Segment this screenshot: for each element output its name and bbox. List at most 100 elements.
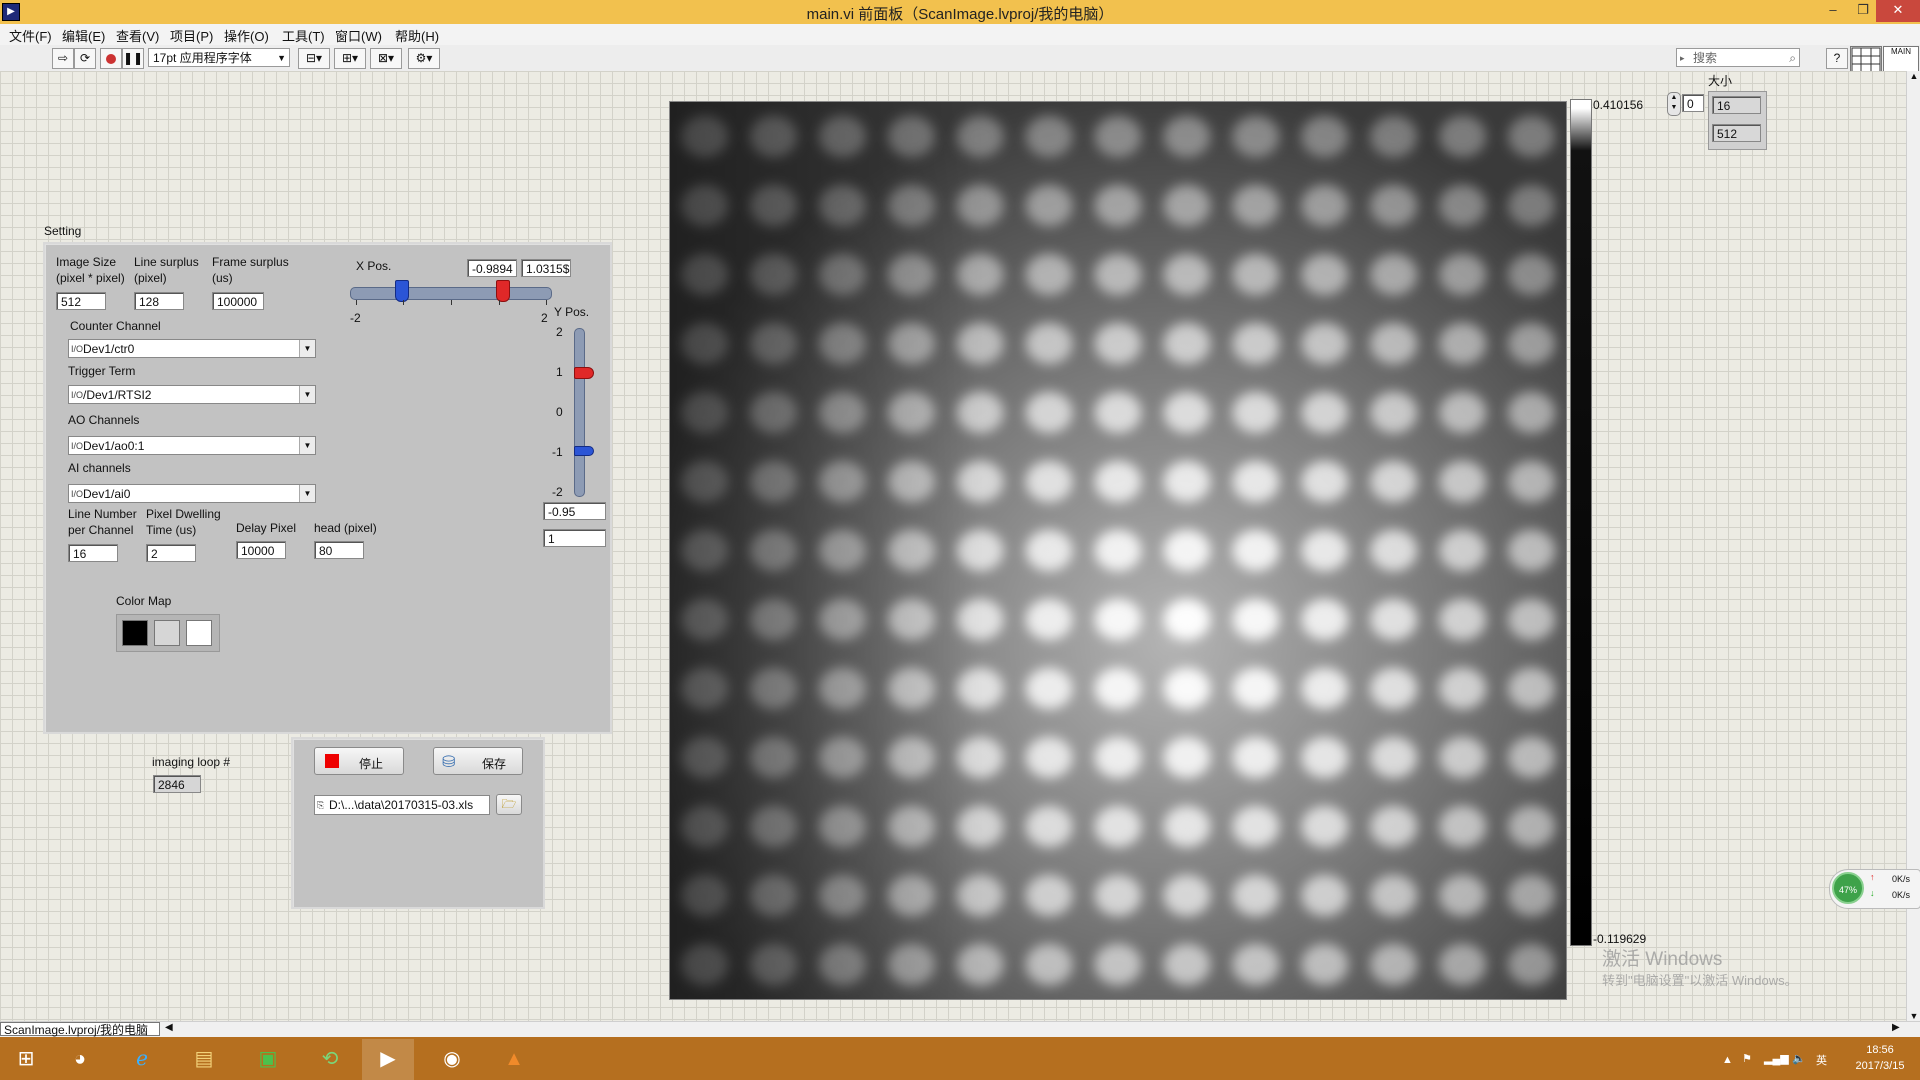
imaging-loop-label: imaging loop # [152,755,231,769]
vi-icon-label: MAIN [1891,47,1911,56]
counter-channel-label: Counter Channel [70,319,161,333]
net-monitor-widget[interactable]: 47% ↑ ↓ 0K/s 0K/s [1829,869,1920,909]
colorful-app-icon[interactable]: ◕ [54,1039,106,1080]
restore-icon[interactable]: ❐ [1848,0,1878,22]
browse-folder-icon[interactable]: 🗁 [496,794,522,815]
cpu-gauge: 47% [1832,872,1864,904]
menu-edit[interactable]: 编辑(E) [62,26,105,45]
network-icon[interactable]: ▂▄▆ [1764,1052,1789,1065]
xpos-low-thumb[interactable] [394,280,409,302]
menu-help[interactable]: 帮助(H) [395,26,439,45]
abort-icon[interactable] [100,48,122,69]
volume-icon[interactable]: 🔈 [1792,1052,1806,1065]
xpos-high-thumb[interactable] [495,280,510,302]
head-label: head (pixel) [314,521,377,535]
oscilloscope-app-icon[interactable]: ◉ [426,1039,478,1080]
ypos-low-input[interactable]: -0.95 [543,502,606,520]
vi-icon[interactable]: MAIN [1883,46,1919,74]
chevron-down-icon[interactable]: ▼ [299,437,315,454]
run-arrow-icon[interactable]: ⇨ [52,48,74,69]
xpos-max-input[interactable]: 1.0315$ [521,259,571,277]
search-icon[interactable]: ⌕ [1789,49,1796,68]
ai-channels-select[interactable]: I/O Dev1/ai0 ▼ [68,484,316,503]
distribute-objects-icon[interactable]: ⊞▾ [334,48,366,69]
run-continuously-icon[interactable]: ⟳ [74,48,96,69]
start-windows-icon[interactable]: ⊞ [0,1039,52,1080]
trigger-term-select[interactable]: I/O/Dev1/RTSI2 ▼ [68,385,316,404]
clock-time[interactable]: 18:56 [1852,1044,1908,1056]
pixel-dwelling-input[interactable]: 2 [146,544,196,562]
font-select[interactable]: 17pt 应用程序字体 ▼ [148,48,290,67]
color-scale-bar [1570,99,1592,946]
help-icon[interactable]: ? [1826,48,1848,69]
io-icon: I/O [71,489,84,499]
scroll-left-icon[interactable]: ◀ [165,1022,173,1033]
pixel-dwelling-label: Pixel Dwelling Time (us) [146,507,221,537]
counter-channel-select[interactable]: I/O Dev1/ctr0 ▼ [68,339,316,358]
ypos-high-thumb[interactable] [574,367,594,379]
color-swatch-gray[interactable] [154,620,180,646]
xpos-min-input[interactable]: -0.9894 [467,259,517,277]
resize-objects-icon[interactable]: ⊠▾ [370,48,402,69]
scroll-up-icon[interactable]: ▲ [1907,71,1920,81]
io-icon: I/O [71,344,84,354]
ypos-tick-1: 1 [556,365,563,379]
frame-surplus-input[interactable]: 100000 [212,292,264,310]
menu-project[interactable]: 项目(P) [170,26,213,45]
ime-indicator[interactable]: 英 [1816,1052,1827,1068]
xpos-slider-track[interactable] [350,287,552,300]
image-size-input[interactable]: 512 [56,292,106,310]
matlab-icon[interactable]: ▲ [488,1039,540,1080]
ypos-tick-2: 2 [556,325,563,339]
line-number-input[interactable]: 16 [68,544,118,562]
ypos-high-input[interactable]: 1 [543,529,606,547]
scroll-right-icon[interactable]: ▶ [1892,1022,1900,1033]
clock-date[interactable]: 2017/3/15 [1848,1060,1912,1072]
labview-taskbar-icon[interactable]: ▶ [362,1039,414,1080]
flag-icon[interactable]: ⚑ [1742,1052,1752,1065]
reorder-icon[interactable]: ⚙▾ [408,48,440,69]
file-explorer-icon[interactable]: ▤ [178,1039,230,1080]
search-input[interactable]: ▸ 搜索 ⌕ [1676,48,1800,67]
head-input[interactable]: 80 [314,541,364,559]
chevron-down-icon[interactable]: ▼ [299,485,315,502]
download-rate: 0K/s [1892,890,1911,900]
color-swatch-white[interactable] [186,620,212,646]
path-icon: ⎘ [317,800,325,810]
connector-pane-grid-icon [1851,47,1881,73]
size-label: 大小 [1708,74,1733,88]
image-display[interactable] [669,101,1567,1000]
file-path-input[interactable]: ⎘ D:\...\data\20170315-03.xls [314,795,490,815]
menu-view[interactable]: 查看(V) [116,26,159,45]
ao-channels-select[interactable]: I/O Dev1/ao0:1 ▼ [68,436,316,455]
connector-pane-icon[interactable] [1850,46,1882,74]
array-index-stepper[interactable]: ▲ ▼ [1667,92,1681,116]
line-surplus-input[interactable]: 128 [134,292,184,310]
tray-expand-icon[interactable]: ▲ [1722,1054,1733,1066]
ao-channels-value: Dev1/ao0:1 [83,439,145,453]
sync-app-icon[interactable]: ⟲ [304,1039,356,1080]
menu-file[interactable]: 文件(F) [9,26,52,45]
chevron-down-icon[interactable]: ▼ [299,340,315,357]
internet-explorer-icon[interactable]: ℯ [116,1039,168,1080]
save-button[interactable]: ⛁ 保存 [433,747,523,775]
ao-channels-label: AO Channels [68,413,140,427]
menu-tools[interactable]: 工具(T) [282,26,325,45]
store-icon[interactable]: ▣ [242,1039,294,1080]
array-index-input[interactable]: 0 [1682,94,1704,112]
horizontal-scrollbar[interactable]: ScanImage.lvproj/我的电脑 ◀ ▶ [0,1021,1920,1038]
ypos-low-thumb[interactable] [574,446,594,456]
ypos-slider-track[interactable] [574,328,585,497]
color-swatch-black[interactable] [122,620,148,646]
delay-pixel-input[interactable]: 10000 [236,541,286,559]
stop-button[interactable]: 停止 [314,747,404,775]
align-objects-icon[interactable]: ⊟▾ [298,48,330,69]
menu-window[interactable]: 窗口(W) [335,26,382,45]
ai-channels-value: Dev1/ai0 [83,487,131,501]
minimize-icon[interactable]: – [1818,0,1848,22]
scroll-down-icon[interactable]: ▼ [1907,1011,1920,1021]
chevron-down-icon[interactable]: ▼ [299,386,315,403]
pause-icon[interactable]: ❚❚ [122,48,144,69]
menu-operate[interactable]: 操作(O) [224,26,269,45]
close-icon[interactable]: ✕ [1876,0,1920,22]
